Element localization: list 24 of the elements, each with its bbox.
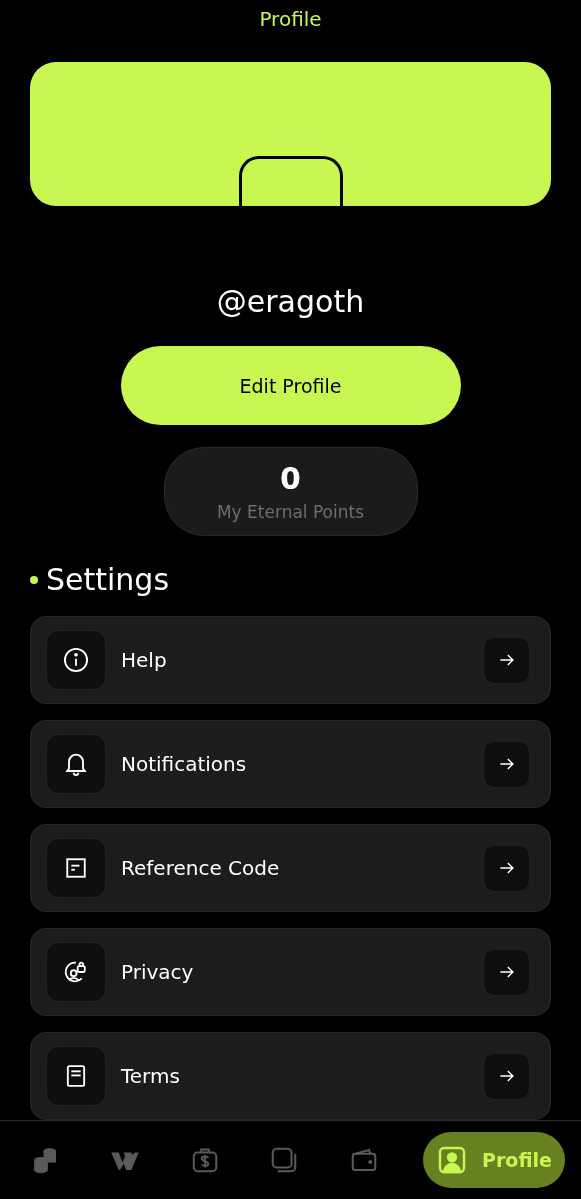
arrow-button[interactable] [483,636,530,684]
settings-label: Help [121,648,168,672]
settings-label: Terms [121,1064,181,1088]
arrow-button[interactable] [483,740,530,788]
settings-item[interactable]: Help [30,616,551,704]
arrow-button[interactable] [483,1052,530,1100]
settings-item[interactable]: Terms [30,1032,551,1120]
nav-tab[interactable]: Profile [422,1132,565,1188]
settings-label: Privacy [121,960,195,984]
settings-item[interactable]: Reference Code [30,824,551,912]
settings-label: Reference Code [121,856,281,880]
page-title: Profile [259,6,322,32]
info-icon [62,646,90,674]
username: @eragoth [216,283,365,322]
section-title: Settings [46,561,170,599]
arrow-button[interactable] [483,844,530,892]
edit-profile-button[interactable]: Edit Profile [120,346,461,426]
settings-item[interactable]: Notifications [30,720,551,808]
arrow-button[interactable] [483,948,530,996]
points-value: 0 [280,461,301,496]
bullet-dot [30,576,38,584]
settings-label: Notifications [121,752,248,776]
points-label: My Eternal Points [216,501,365,522]
settings-item[interactable]: Privacy [30,928,551,1016]
